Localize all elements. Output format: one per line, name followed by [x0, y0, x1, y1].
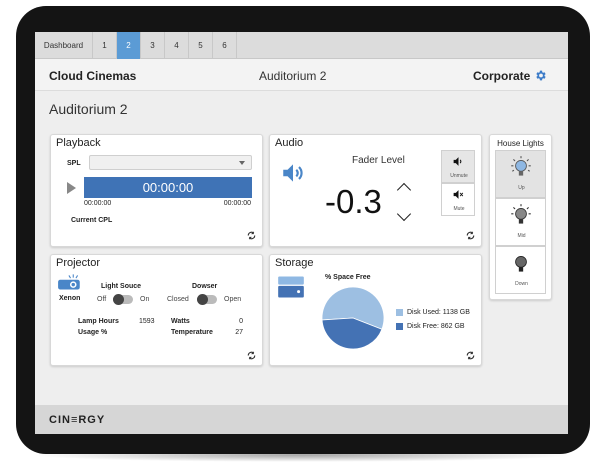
lightbulb-on-icon	[511, 156, 531, 176]
unmute-label: Unmute	[450, 173, 468, 179]
lights-mid-label: Mid	[517, 233, 526, 239]
spl-label: SPL	[67, 160, 81, 167]
temperature-label: Temperature	[171, 329, 213, 336]
light-source-label: Light Souce	[101, 283, 142, 290]
light-on-label: On	[140, 296, 150, 303]
audio-card: Audio Fader Level -0.3 Unmute Mute	[269, 134, 482, 247]
house-lights-card: House Lights Up Mid Down	[489, 134, 552, 300]
tab-6[interactable]: 6	[213, 32, 237, 59]
refresh-icon[interactable]	[465, 350, 476, 361]
playback-card: Playback SPL 00:00:00 00:00:00 00:00:00 …	[50, 134, 263, 247]
time-start: 00:00:00	[84, 200, 112, 207]
mute-label: Mute	[453, 206, 465, 212]
account-name[interactable]: Corporate	[473, 69, 530, 83]
brand-name: Cloud Cinemas	[49, 69, 137, 83]
unmute-button[interactable]: Unmute	[441, 150, 475, 183]
tab-2[interactable]: 2	[117, 32, 141, 59]
projector-title: Projector	[56, 257, 101, 269]
projector-card: Projector Xenon Light Souce Off On Dowse…	[50, 254, 263, 366]
header-title: Auditorium 2	[259, 69, 327, 83]
tab-3[interactable]: 3	[141, 32, 165, 59]
app-header: Cloud Cinemas Auditorium 2 Corporate	[35, 59, 568, 91]
lamp-hours-label: Lamp Hours	[78, 318, 119, 325]
lights-up-label: Up	[518, 185, 525, 191]
tab-dashboard[interactable]: Dashboard	[35, 32, 93, 59]
tab-1[interactable]: 1	[93, 32, 117, 59]
lights-down-label: Down	[515, 281, 528, 287]
projector-icon	[58, 274, 80, 290]
lights-mid-button[interactable]: Mid	[495, 198, 546, 246]
hard-drive-icon	[278, 276, 304, 298]
lights-down-button[interactable]: Down	[495, 246, 546, 294]
legend-free-label: Disk Free: 862 GB	[407, 323, 465, 330]
house-lights-title: House Lights	[497, 139, 544, 148]
chart-title: % Space Free	[325, 274, 371, 281]
lightbulb-off-icon	[515, 255, 527, 272]
lightbulb-mid-icon	[511, 204, 531, 224]
speaker-on-icon	[453, 157, 462, 166]
storage-pie-chart	[321, 286, 385, 350]
projector-brand: Xenon	[59, 295, 81, 302]
fader-label: Fader Level	[352, 155, 405, 166]
timecode-display: 00:00:00	[142, 180, 194, 195]
fader-value: -0.3	[325, 183, 382, 220]
watts-value: 0	[239, 318, 243, 325]
spl-select[interactable]	[89, 155, 252, 170]
legend-used-label: Disk Used: 1138 GB	[407, 309, 470, 316]
speaker-mute-icon	[453, 190, 464, 199]
gear-icon[interactable]	[534, 69, 547, 82]
lamp-hours-value: 1593	[139, 318, 155, 325]
refresh-icon[interactable]	[246, 350, 257, 361]
time-end: 00:00:00	[223, 200, 251, 207]
storage-title: Storage	[275, 257, 314, 269]
legend-free-swatch	[396, 323, 403, 330]
dowser-toggle[interactable]	[197, 294, 217, 305]
timecode-bar: 00:00:00	[84, 177, 252, 198]
audio-title: Audio	[275, 137, 304, 149]
speaker-icon	[283, 164, 303, 182]
playback-title: Playback	[56, 137, 101, 149]
page-title: Auditorium 2	[49, 101, 128, 117]
light-source-toggle-knob	[113, 294, 124, 305]
light-source-toggle[interactable]	[113, 294, 133, 305]
tab-4[interactable]: 4	[165, 32, 189, 59]
fader-up-button[interactable]	[396, 182, 412, 198]
app-screen: Dashboard 1 2 3 4 5 6 Cloud Cinemas Audi…	[35, 32, 568, 434]
app-footer: CIN≡RGY	[35, 405, 568, 434]
chevron-down-icon	[239, 161, 245, 165]
dowser-open-label: Open	[224, 296, 242, 303]
play-icon[interactable]	[67, 182, 76, 194]
refresh-icon[interactable]	[465, 230, 476, 241]
watts-label: Watts	[171, 318, 190, 325]
legend-used-swatch	[396, 309, 403, 316]
cinergy-logo: CIN≡RGY	[49, 414, 106, 426]
tab-bar: Dashboard 1 2 3 4 5 6	[35, 32, 568, 59]
usage-label: Usage %	[78, 329, 108, 336]
refresh-icon[interactable]	[246, 230, 257, 241]
mute-button[interactable]: Mute	[441, 183, 475, 216]
tab-5[interactable]: 5	[189, 32, 213, 59]
light-off-label: Off	[97, 296, 107, 303]
current-cpl-label: Current CPL	[71, 217, 113, 224]
fader-down-button[interactable]	[396, 206, 412, 222]
temperature-value: 27	[235, 329, 243, 336]
dowser-closed-label: Closed	[167, 296, 189, 303]
dowser-label: Dowser	[192, 283, 218, 290]
dowser-toggle-knob	[197, 294, 208, 305]
storage-card: Storage % Space Free Disk Used: 1138 GB …	[269, 254, 482, 366]
lights-up-button[interactable]: Up	[495, 150, 546, 198]
